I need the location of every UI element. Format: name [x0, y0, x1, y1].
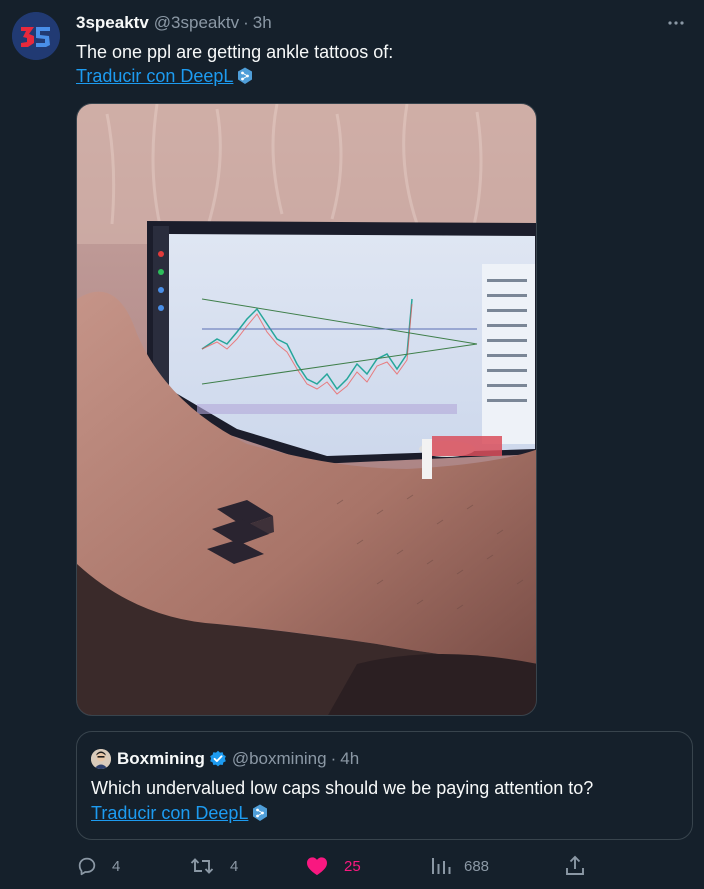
translate-label[interactable]: Traducir con DeepL: [76, 64, 233, 88]
quote-timestamp: 4h: [340, 749, 360, 768]
action-bar: 4 4 25 688: [76, 852, 596, 880]
translate-link[interactable]: Traducir con DeepL: [76, 64, 253, 88]
reply-button[interactable]: 4: [76, 852, 120, 880]
share-icon: [566, 855, 584, 875]
timestamp[interactable]: 3h: [253, 13, 272, 33]
separator: ·: [243, 13, 249, 32]
boxmining-avatar-icon: [91, 749, 111, 769]
avatar[interactable]: [12, 12, 60, 60]
repost-icon: [190, 858, 214, 874]
quote-avatar[interactable]: [91, 749, 111, 769]
user-handle[interactable]: @3speaktv: [154, 13, 239, 33]
quote-header: Boxmining @boxmining · 4h: [91, 748, 359, 770]
more-icon: [668, 21, 684, 25]
quote-translate-label[interactable]: Traducir con DeepL: [91, 801, 248, 825]
quoted-tweet[interactable]: Boxmining @boxmining · 4h Which underval…: [76, 731, 693, 840]
reply-icon: [78, 857, 96, 876]
deepl-icon: [238, 67, 253, 84]
tweet-text: The one ppl are getting ankle tattoos of…: [76, 42, 394, 62]
display-name[interactable]: 3speaktv: [76, 13, 149, 33]
quote-text: Which undervalued low caps should we be …: [91, 778, 594, 798]
3speak-logo-icon: [12, 12, 60, 60]
repost-button[interactable]: 4: [190, 852, 238, 880]
quote-handle: @boxmining: [231, 749, 327, 768]
tweet-photo[interactable]: [76, 103, 537, 716]
views-button[interactable]: 688: [430, 852, 489, 880]
views-count: 688: [464, 857, 490, 875]
verified-badge-icon: [210, 750, 226, 767]
verified-badge: [209, 750, 227, 768]
share-button[interactable]: [564, 852, 586, 880]
reply-count: 4: [112, 857, 121, 875]
like-button[interactable]: 25: [306, 852, 361, 880]
tweet-header: 3speaktv @3speaktv · 3h: [76, 12, 690, 34]
quote-translate-link[interactable]: Traducir con DeepL: [91, 801, 268, 825]
quote-display-name[interactable]: Boxmining: [117, 749, 205, 769]
tweet[interactable]: 3speaktv @3speaktv · 3h The one ppl are …: [0, 0, 704, 889]
views-icon: [432, 858, 451, 874]
ankle-tattoo-photo: [77, 104, 536, 715]
heart-icon: [307, 857, 327, 876]
like-count: 25: [344, 857, 361, 875]
quote-separator: ·: [330, 749, 337, 768]
deepl-icon: [253, 804, 268, 821]
more-button[interactable]: [662, 12, 690, 34]
repost-count: 4: [230, 857, 239, 875]
